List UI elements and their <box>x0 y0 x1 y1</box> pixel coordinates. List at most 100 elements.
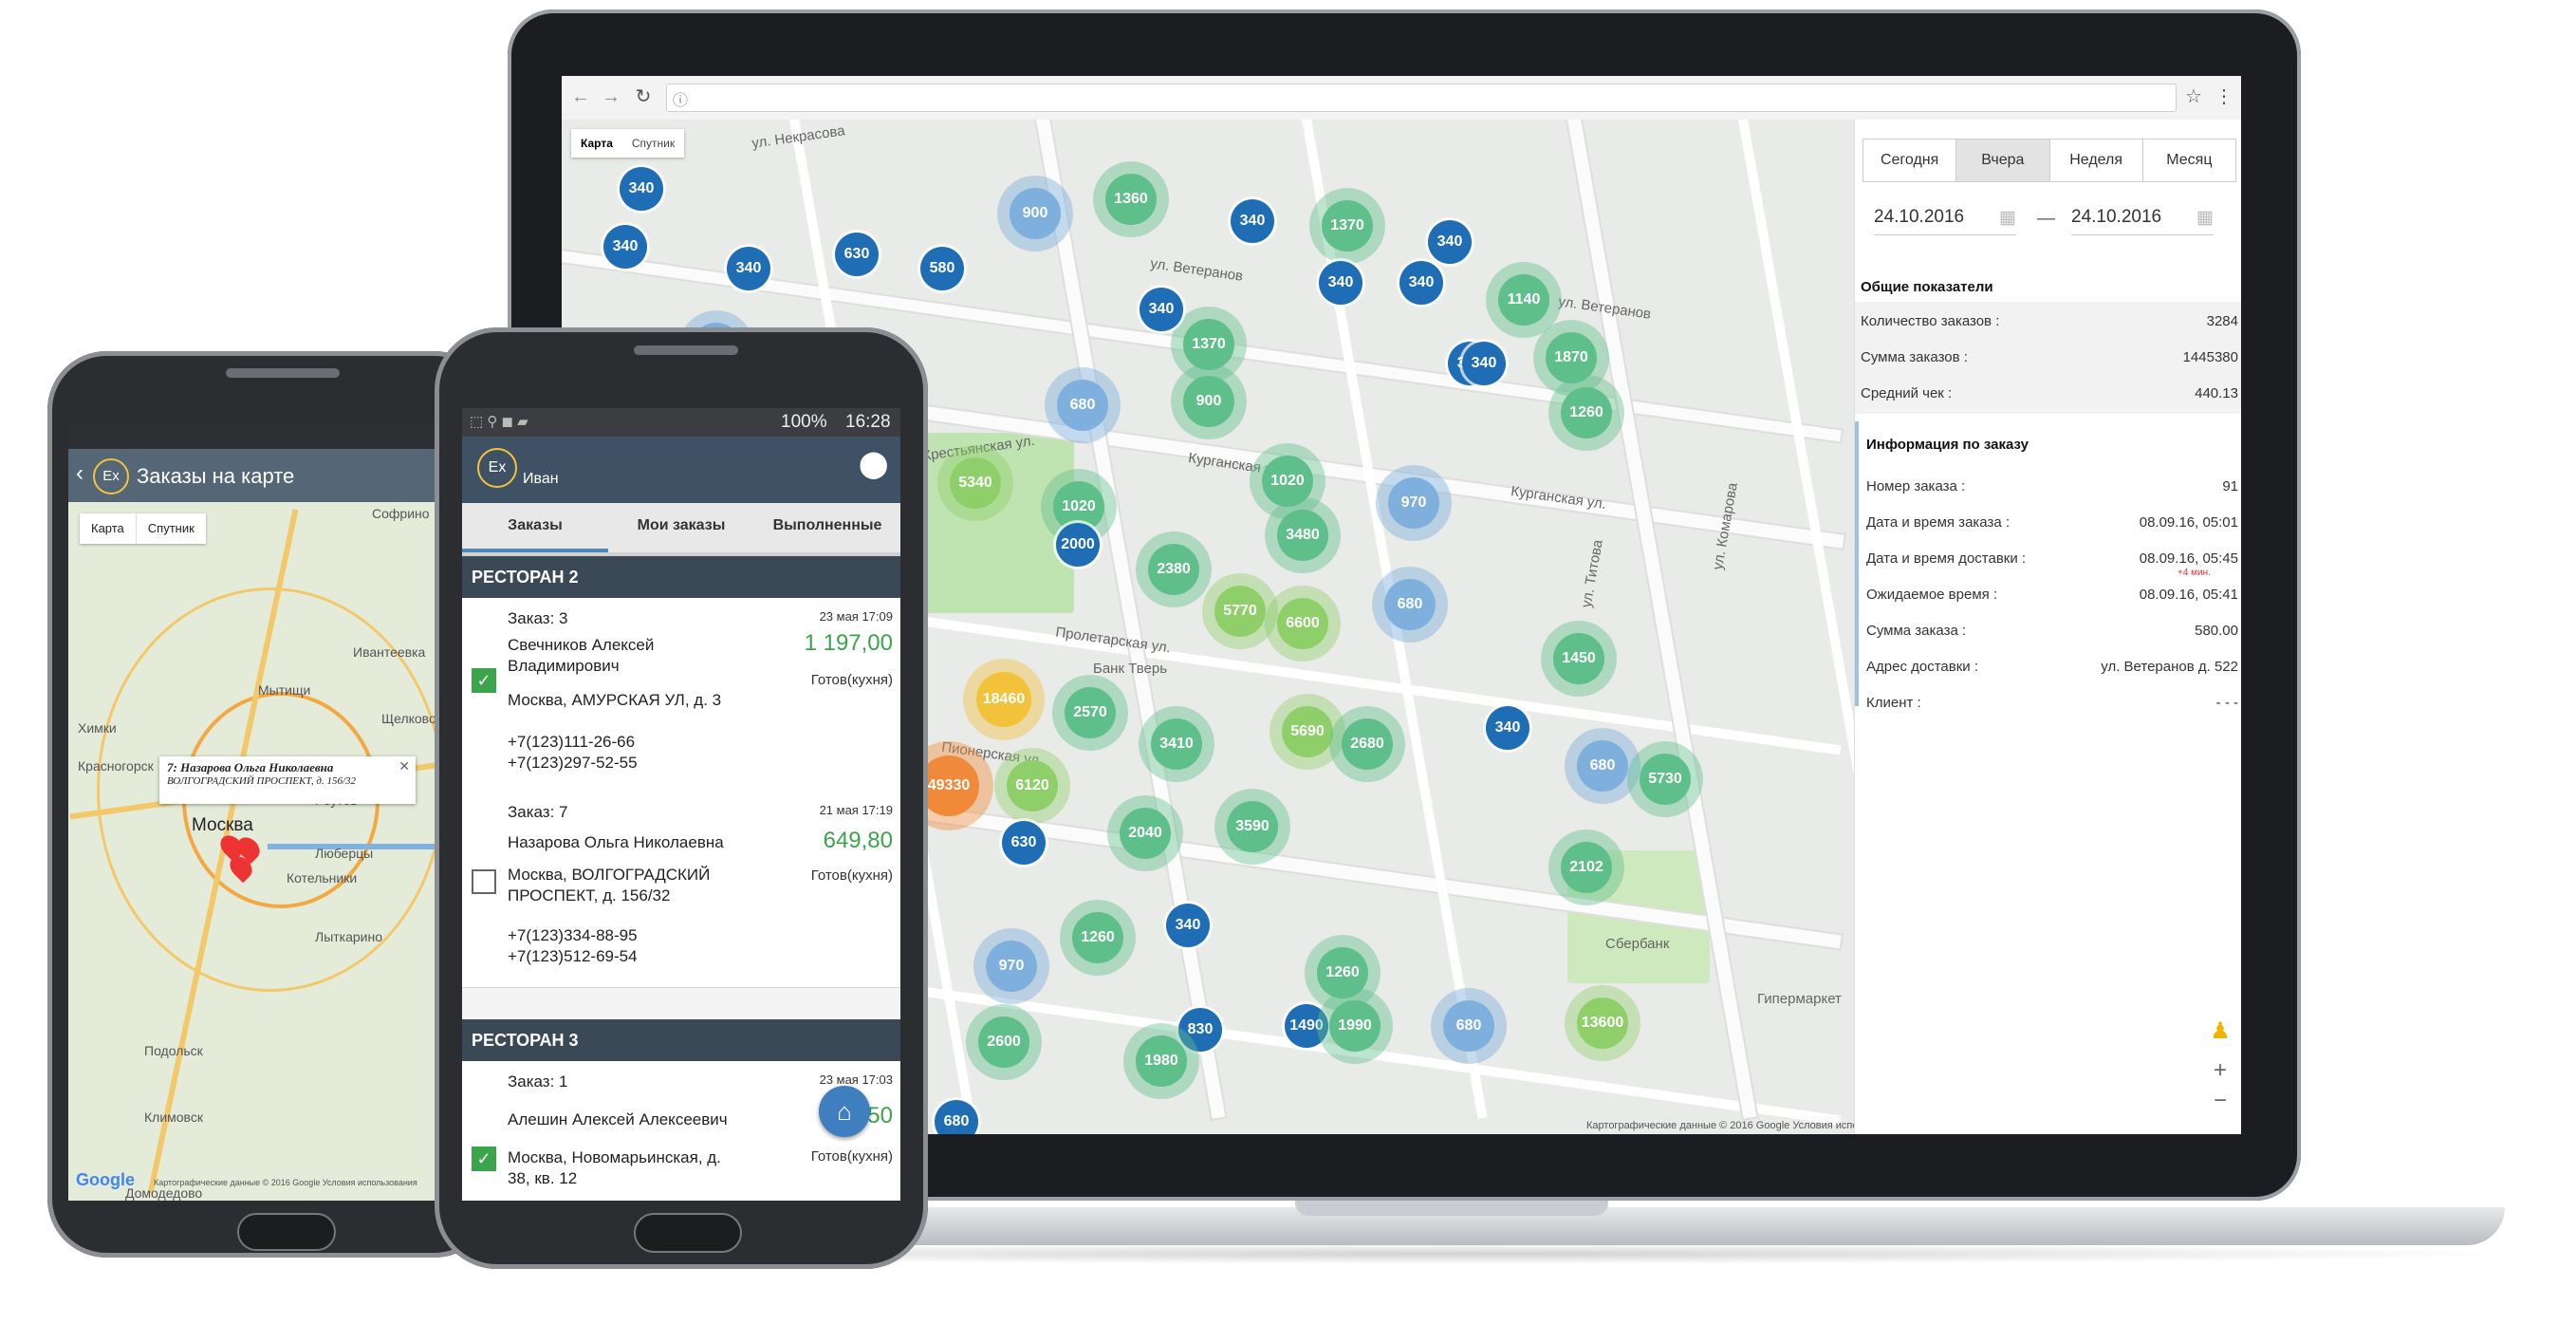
street-view-pegman-icon[interactable]: ♟ <box>2206 1017 2234 1046</box>
client-phone[interactable]: +7(123)111-26-66 <box>508 733 635 752</box>
map-type-satellite[interactable]: Спутник <box>622 129 684 158</box>
order-cluster-marker[interactable]: 680 <box>1057 380 1108 431</box>
calendar-icon[interactable]: ▦ <box>2196 207 2214 229</box>
order-cluster-marker[interactable]: 970 <box>1388 477 1439 529</box>
order-cluster-marker[interactable]: 830 <box>1178 1008 1222 1052</box>
order-cluster-marker[interactable]: 630 <box>1002 821 1046 865</box>
status-bar <box>68 422 457 449</box>
order-date: 23 мая 17:03 <box>819 1072 893 1087</box>
order-cluster-marker[interactable]: 3480 <box>1277 510 1328 561</box>
date-to-field[interactable]: 24.10.2016 ▦ <box>2071 207 2214 235</box>
browser-menu-icon[interactable]: ⋮ <box>2211 84 2237 110</box>
map-info-popup[interactable]: 7: Назарова Ольга Николаевна ВОЛГОГРАДСК… <box>159 756 416 804</box>
calendar-icon[interactable]: ▦ <box>1999 207 2016 229</box>
tab-orders[interactable]: Заказы <box>462 503 608 552</box>
map-type-map[interactable]: Карта <box>571 129 622 158</box>
order-cluster-marker[interactable]: 340 <box>1399 261 1443 305</box>
order-cluster-marker[interactable]: 2600 <box>978 1016 1029 1068</box>
order-cluster-marker[interactable]: 5770 <box>1214 586 1266 637</box>
order-cluster-marker[interactable]: 2102 <box>1561 842 1612 893</box>
order-cluster-marker[interactable]: 2680 <box>1342 718 1393 770</box>
client-phone[interactable]: +7(123)297-52-55 <box>508 754 638 773</box>
order-cluster-marker[interactable]: 3590 <box>1227 801 1278 852</box>
map-marker-icon[interactable]: ⬤ <box>859 448 888 479</box>
order-cluster-marker[interactable]: 340 <box>727 247 770 290</box>
order-cluster-marker[interactable]: 340 <box>1462 342 1506 385</box>
order-cluster-marker[interactable]: 5690 <box>1282 706 1333 757</box>
map-type-satellite[interactable]: Спутник <box>135 513 206 544</box>
order-cluster-marker[interactable]: 6600 <box>1277 598 1328 649</box>
reload-icon[interactable]: ↻ <box>630 84 657 110</box>
order-cluster-marker[interactable]: 2380 <box>1148 544 1199 595</box>
client-phone[interactable]: +7(123)512-69-54 <box>508 947 638 966</box>
order-checkbox[interactable] <box>472 869 496 894</box>
order-cluster-marker[interactable]: 680 <box>1443 1000 1494 1052</box>
order-cluster-marker[interactable]: 2040 <box>1120 808 1171 859</box>
map-type-map[interactable]: Карта <box>80 513 136 544</box>
order-cluster-marker[interactable]: 340 <box>1231 199 1274 243</box>
order-cluster-marker[interactable]: 1260 <box>1317 947 1368 998</box>
order-cluster-marker[interactable]: 340 <box>1486 706 1529 750</box>
order-cluster-marker[interactable]: 3410 <box>1151 718 1202 770</box>
order-cluster-marker[interactable]: 970 <box>986 941 1037 992</box>
back-icon[interactable]: ← <box>567 84 594 110</box>
order-card[interactable]: Заказ: 1 23 мая 17:03 Алешин Алексей Але… <box>462 1061 900 1201</box>
order-cluster-marker[interactable]: 1360 <box>1105 174 1157 225</box>
order-cluster-marker[interactable]: 900 <box>1010 188 1061 239</box>
order-cluster-marker[interactable]: 340 <box>620 167 663 211</box>
order-cluster-marker[interactable]: 680 <box>1577 740 1628 792</box>
order-cluster-marker[interactable]: 13600 <box>1577 998 1628 1049</box>
order-cluster-marker[interactable]: 1370 <box>1322 200 1373 252</box>
order-cluster-marker[interactable]: 340 <box>1319 261 1362 305</box>
order-cluster-marker[interactable]: 900 <box>1183 376 1234 427</box>
order-cluster-marker[interactable]: 1260 <box>1561 387 1612 438</box>
home-button[interactable] <box>237 1213 336 1251</box>
order-cluster-marker[interactable]: 2570 <box>1065 687 1116 738</box>
order-cluster-marker[interactable]: 5340 <box>950 457 1001 509</box>
order-checkbox[interactable]: ✓ <box>472 668 496 693</box>
zoom-in-button[interactable]: + <box>2206 1057 2234 1086</box>
order-cluster-marker[interactable]: 18460 <box>976 672 1031 727</box>
period-month[interactable]: Месяц <box>2143 140 2235 181</box>
order-cluster-marker[interactable]: 680 <box>1384 579 1436 630</box>
period-yesterday[interactable]: Вчера <box>1956 140 2050 181</box>
period-week[interactable]: Неделя <box>2050 140 2143 181</box>
order-cluster-marker[interactable]: 340 <box>1428 220 1472 264</box>
order-cluster-marker[interactable]: 1980 <box>1136 1035 1187 1087</box>
order-cluster-marker[interactable]: 1990 <box>1329 1000 1381 1052</box>
user-name: Иван <box>523 471 559 487</box>
order-cluster-marker[interactable]: 2000 <box>1056 523 1100 567</box>
moscow-map[interactable]: Софрино Ивантеевка Мытищи Химки Щелково Красн… <box>68 502 457 1201</box>
period-today[interactable]: Сегодня <box>1863 140 1957 181</box>
tab-my-orders[interactable]: Мои заказы <box>608 503 754 552</box>
client-phone[interactable]: +7(123)334-88-95 <box>508 926 638 945</box>
order-cluster-marker[interactable]: 340 <box>1140 288 1183 331</box>
order-cluster-marker[interactable]: 1450 <box>1553 633 1604 684</box>
tab-completed[interactable]: Выполненные <box>754 503 900 552</box>
order-cluster-marker[interactable]: 5730 <box>1640 754 1691 805</box>
home-fab-icon[interactable]: ⌂ <box>819 1086 870 1137</box>
order-card[interactable]: Заказ: 7 21 мая 17:19 Назарова Ольга Ник… <box>462 792 900 988</box>
order-cluster-marker[interactable]: 1260 <box>1072 912 1123 963</box>
address-bar[interactable]: ⓘ <box>666 84 2177 112</box>
order-cluster-marker[interactable]: 1140 <box>1498 274 1549 326</box>
order-cluster-marker[interactable]: 580 <box>920 247 964 290</box>
close-icon[interactable]: ✕ <box>398 758 410 774</box>
home-button[interactable] <box>634 1213 742 1253</box>
back-arrow-icon[interactable]: ‹ <box>76 460 83 487</box>
date-from-field[interactable]: 24.10.2016 ▦ <box>1874 207 2016 235</box>
order-cluster-marker[interactable]: 340 <box>603 225 647 269</box>
order-cluster-marker[interactable]: 1490 <box>1285 1004 1328 1048</box>
order-checkbox[interactable]: ✓ <box>472 1147 496 1171</box>
bookmark-star-icon[interactable]: ☆ <box>2180 84 2207 110</box>
zoom-out-button[interactable]: − <box>2206 1088 2234 1116</box>
date-to-value: 24.10.2016 <box>2071 207 2162 227</box>
forward-icon[interactable]: → <box>598 84 624 110</box>
order-cluster-marker[interactable]: 1370 <box>1183 319 1234 370</box>
order-cluster-marker[interactable]: 1020 <box>1262 456 1313 507</box>
order-cluster-marker[interactable]: 1870 <box>1546 332 1597 383</box>
order-cluster-marker[interactable]: 340 <box>1166 904 1210 947</box>
order-cluster-marker[interactable]: 630 <box>835 233 879 276</box>
order-cluster-marker[interactable]: 6120 <box>1007 760 1058 811</box>
order-card[interactable]: Заказ: 3 23 мая 17:09 Свечников Алексей … <box>462 598 900 793</box>
